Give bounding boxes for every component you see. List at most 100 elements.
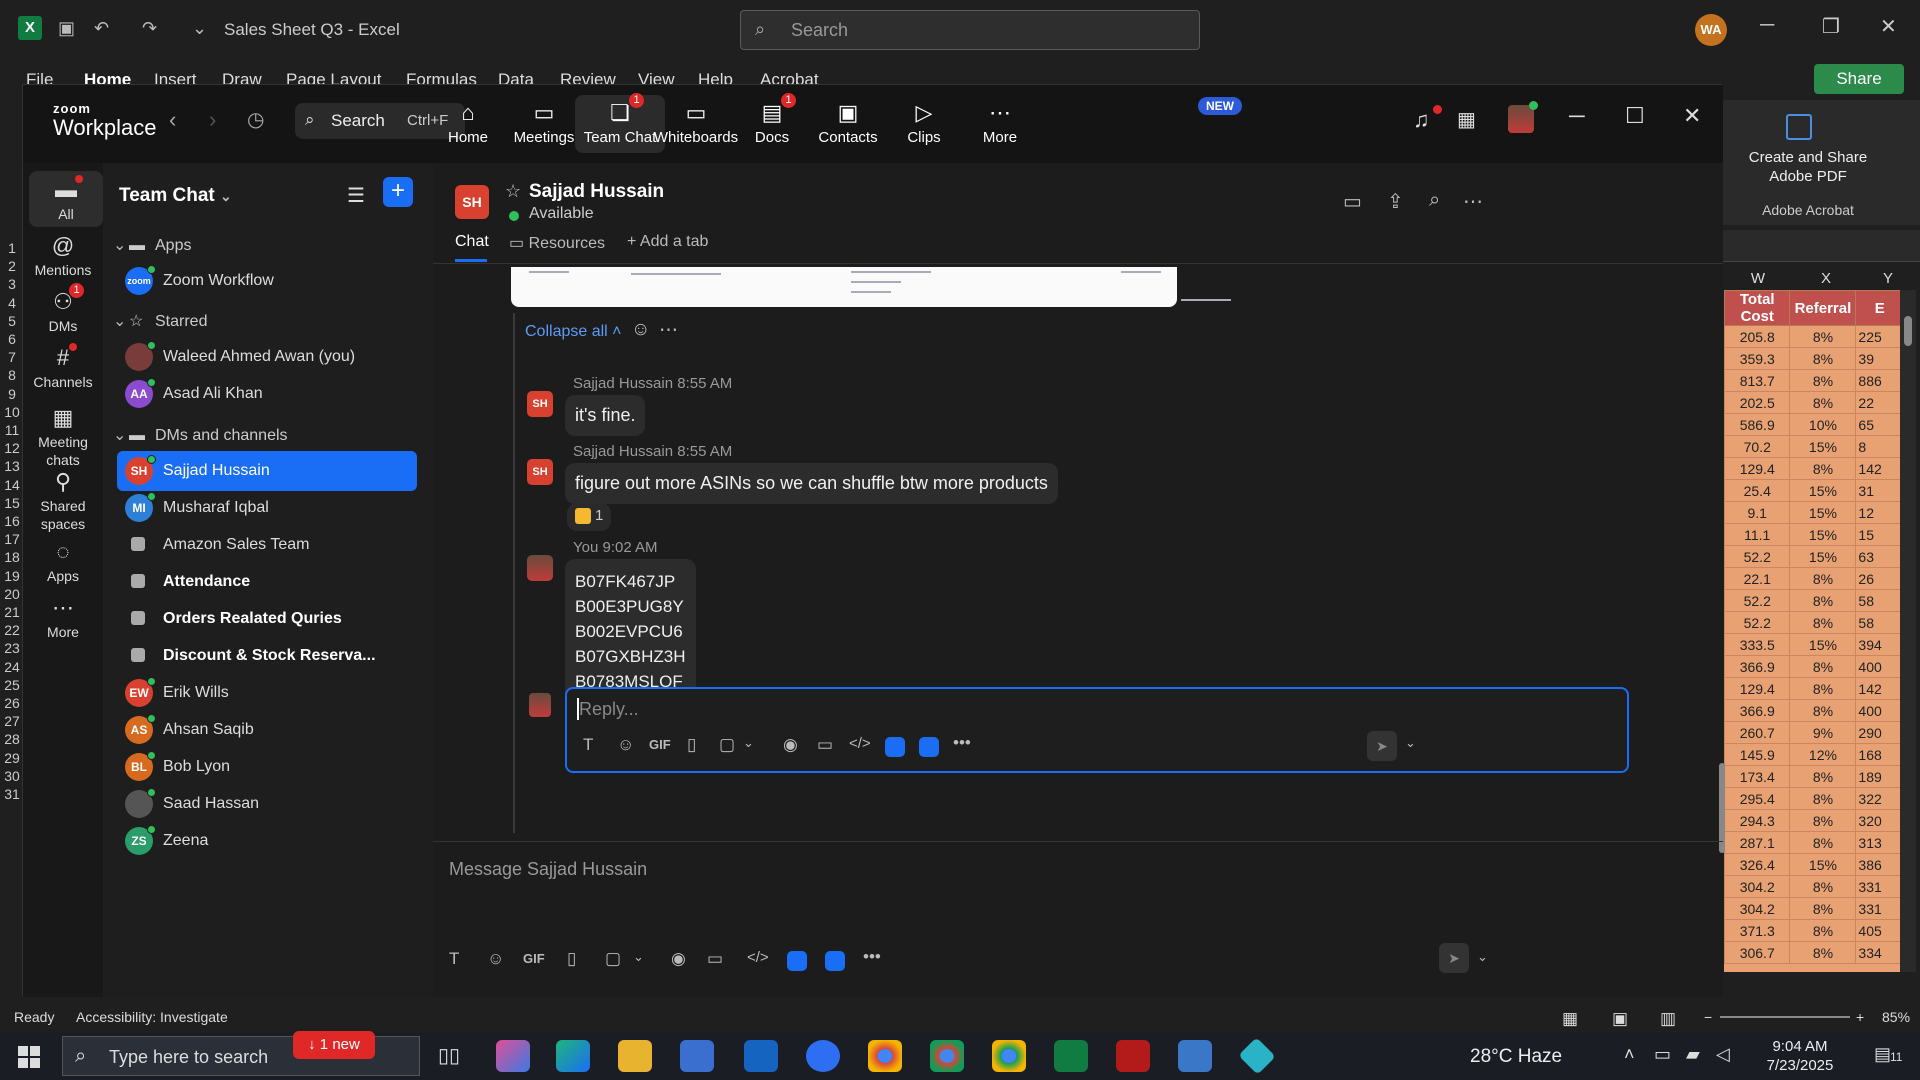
calendar-icon[interactable]: ▦ <box>1457 107 1476 132</box>
column-header-y[interactable]: Y <box>1858 270 1918 287</box>
cell[interactable]: 70.2 <box>1724 435 1791 458</box>
cell[interactable]: 400 <box>1855 699 1904 722</box>
cell[interactable]: 15% <box>1789 435 1857 458</box>
cell[interactable]: 9% <box>1789 721 1857 744</box>
emoji-icon[interactable]: ☺ <box>487 949 504 969</box>
cell[interactable]: 8% <box>1789 391 1857 414</box>
message-bubble[interactable]: it's fine. <box>565 395 646 436</box>
row-number[interactable]: 15 <box>2 495 22 511</box>
rail-meeting-chats[interactable]: ▦ Meeting chats <box>23 399 103 473</box>
cell[interactable]: 290 <box>1855 721 1904 744</box>
app-integration-icon[interactable] <box>787 951 807 971</box>
cell[interactable]: 306.7 <box>1724 941 1791 964</box>
cell[interactable]: 366.9 <box>1724 655 1791 678</box>
screenshot-dropdown-icon[interactable]: ⌄ <box>633 949 644 965</box>
row-number[interactable]: 16 <box>2 513 22 529</box>
add-reaction-icon[interactable]: ☺ <box>631 319 650 341</box>
cell[interactable]: 65 <box>1855 413 1904 436</box>
cell[interactable]: 15 <box>1855 523 1904 546</box>
cell[interactable]: 294.3 <box>1724 809 1791 832</box>
spreadsheet-grid[interactable]: Total Cost Referral E 205.8 8% 225 359.3 8% 3… <box>1724 290 1904 990</box>
task-view-icon[interactable]: ▯▯ <box>432 1040 466 1072</box>
format-text-icon[interactable]: T <box>449 949 459 969</box>
chrome-icon[interactable] <box>868 1040 902 1072</box>
cell[interactable]: 129.4 <box>1724 677 1791 700</box>
cell[interactable]: 405 <box>1855 919 1904 942</box>
restore-icon[interactable]: ❐ <box>1822 14 1840 39</box>
more-tools-icon[interactable]: ••• <box>863 947 881 967</box>
accessibility-status[interactable]: Accessibility: Investigate <box>76 1009 228 1025</box>
new-chat-button[interactable]: + <box>383 177 413 207</box>
copilot-icon[interactable] <box>496 1040 530 1072</box>
row-number[interactable]: 14 <box>2 477 22 493</box>
zoom-close-icon[interactable]: ✕ <box>1683 103 1701 129</box>
cell[interactable]: 15% <box>1789 545 1857 568</box>
row-number[interactable]: 20 <box>2 586 22 602</box>
cell[interactable]: 225 <box>1855 325 1904 348</box>
chrome-second-profile-icon[interactable] <box>992 1040 1026 1072</box>
cell[interactable]: 22 <box>1855 391 1904 414</box>
cell[interactable]: 8% <box>1789 809 1857 832</box>
page-break-view-icon[interactable]: ▥ <box>1660 1009 1676 1029</box>
battery-icon[interactable]: ▰ <box>1686 1044 1700 1065</box>
cell[interactable]: 304.2 <box>1724 875 1791 898</box>
cell[interactable]: 9.1 <box>1724 501 1791 524</box>
zoom-out-icon[interactable]: − <box>1704 1009 1712 1025</box>
cell[interactable]: 8% <box>1789 457 1857 480</box>
formula-bar[interactable] <box>1720 230 1920 262</box>
send-options-icon[interactable]: ⌄ <box>1405 735 1416 751</box>
cell[interactable]: 320 <box>1855 809 1904 832</box>
sender-avatar[interactable]: SH <box>527 459 553 485</box>
cell[interactable]: 8% <box>1789 919 1857 942</box>
video-message-icon[interactable]: ▭ <box>707 949 723 969</box>
rail-channels[interactable]: # Channels <box>23 339 103 395</box>
cell[interactable]: 52.2 <box>1724 611 1791 634</box>
cell[interactable]: 202.5 <box>1724 391 1791 414</box>
save-icon[interactable]: ▣ <box>58 18 75 39</box>
reply-input[interactable]: Reply... T ☺ GIF ▯ ▢ ⌄ ◉ ▭ </> ••• ➤ ⌄ <box>565 687 1629 773</box>
file-explorer-icon[interactable] <box>618 1040 652 1072</box>
cell[interactable]: 8% <box>1789 831 1857 854</box>
rail-more[interactable]: ⋯ More <box>23 589 103 645</box>
forward-arrow-icon[interactable]: › <box>209 107 216 133</box>
filezilla-icon[interactable] <box>1116 1040 1150 1072</box>
cell[interactable]: 52.2 <box>1724 589 1791 612</box>
row-number[interactable]: 6 <box>2 331 22 347</box>
video-message-icon[interactable]: ▭ <box>817 735 833 755</box>
chrome-profile-icon[interactable] <box>930 1040 964 1072</box>
cell[interactable]: 813.7 <box>1724 369 1791 392</box>
row-number[interactable]: 3 <box>2 276 22 292</box>
contact-avatar[interactable]: SH <box>455 185 489 219</box>
cell[interactable]: 334 <box>1855 941 1904 964</box>
section-apps[interactable]: ⌄ ▬ Apps <box>113 235 191 255</box>
row-number[interactable]: 24 <box>2 659 22 675</box>
send-button[interactable]: ➤ <box>1439 943 1469 973</box>
cell[interactable]: 359.3 <box>1724 347 1791 370</box>
cell[interactable]: 8% <box>1789 611 1857 634</box>
cell[interactable]: 886 <box>1855 369 1904 392</box>
row-number[interactable]: 2 <box>2 258 22 274</box>
cell[interactable]: 287.1 <box>1724 831 1791 854</box>
cell[interactable]: 8 <box>1855 435 1904 458</box>
chat-list-item[interactable]: Orders Realated Quries <box>117 599 417 639</box>
cell[interactable]: 168 <box>1855 743 1904 766</box>
zoom-app-icon[interactable] <box>825 951 845 971</box>
cell[interactable]: 331 <box>1855 875 1904 898</box>
thread-scrollbar[interactable] <box>1719 763 1725 853</box>
send-options-icon[interactable]: ⌄ <box>1477 949 1488 965</box>
sender-avatar[interactable]: SH <box>527 391 553 417</box>
cell[interactable]: 129.4 <box>1724 457 1791 480</box>
cell[interactable]: 63 <box>1855 545 1904 568</box>
chat-list-item[interactable]: ZS Zeena <box>117 821 417 861</box>
screenshot-dropdown-icon[interactable]: ⌄ <box>743 735 754 751</box>
rail-all[interactable]: ▬ All <box>29 171 103 227</box>
star-icon[interactable]: ☆ <box>505 181 521 202</box>
row-number[interactable]: 30 <box>2 768 22 784</box>
asin-list-message[interactable]: B07FK467JP B00E3PUG8Y B002EVPCU6 B07GXBHZ3H… <box>565 559 696 704</box>
cell[interactable]: 173.4 <box>1724 765 1791 788</box>
show-hidden-icons[interactable]: ˄ <box>1624 1044 1635 1065</box>
chat-list-item[interactable]: Amazon Sales Team <box>117 525 417 565</box>
zoom-maximize-icon[interactable]: ☐ <box>1625 103 1645 129</box>
chat-list-item[interactable]: Discount & Stock Reserva... <box>117 636 417 676</box>
cell[interactable]: 189 <box>1855 765 1904 788</box>
